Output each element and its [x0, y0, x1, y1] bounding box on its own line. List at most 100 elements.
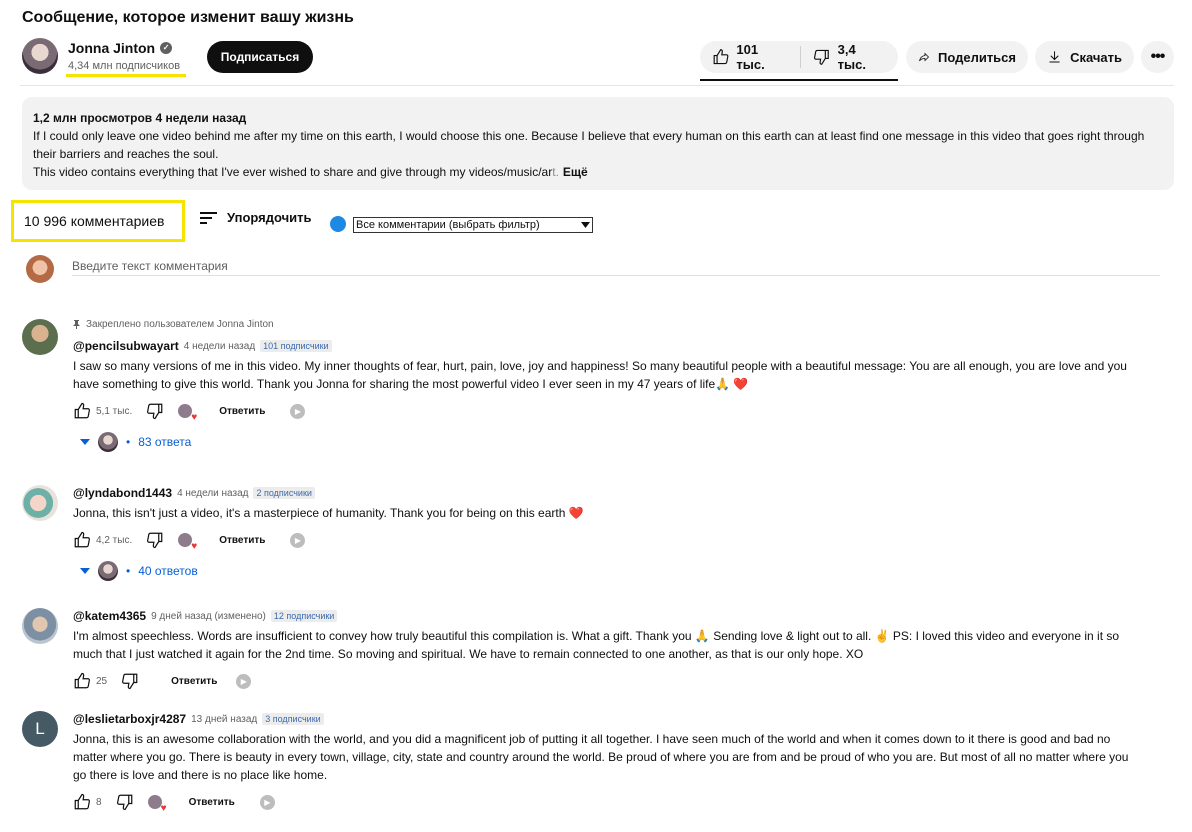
comment-text: Jonna, this isn't just a video, it's a m…	[73, 506, 584, 520]
verified-icon: ✓	[160, 42, 173, 54]
replies-dot: •	[126, 435, 131, 449]
pinned-label: Закреплено пользователем Jonna Jinton	[86, 319, 274, 330]
subscriber-badge: 101 подписчики	[260, 340, 332, 352]
video-title: Сообщение, которое изменит вашу жизнь	[22, 9, 354, 26]
replies-count: 40 ответов	[138, 564, 198, 578]
filter-value: Все комментарии (выбрать фильтр)	[356, 219, 540, 231]
comment-like-count: 5,1 тыс.	[96, 405, 133, 417]
extension-filter-icon	[330, 216, 346, 232]
reply-author-avatar	[98, 561, 118, 581]
reply-button[interactable]: Ответить	[219, 406, 265, 417]
comment-text: Jonna, this is an awesome collaboration …	[73, 732, 1129, 782]
dislike-button[interactable]: 3,4 тыс.	[801, 41, 898, 73]
description-line-2-fade: t.	[552, 165, 559, 179]
sort-button[interactable]: Упорядочить	[200, 210, 312, 225]
comment-like-count: 25	[96, 675, 108, 687]
commenter-avatar[interactable]: L	[22, 711, 58, 747]
comment-input[interactable]	[72, 256, 1160, 276]
comment-time[interactable]: 4 недели назад	[184, 341, 255, 352]
view-replies-button[interactable]: • 40 ответов	[73, 561, 1153, 581]
view-replies-button[interactable]: • 83 ответа	[73, 432, 1153, 452]
like-dislike-group: 101 тыс. 3,4 тыс.	[700, 41, 898, 73]
comment-like-button[interactable]: 8	[73, 793, 102, 811]
pinned-row: Закреплено пользователем Jonna Jinton	[73, 319, 1153, 330]
replies-count: 83 ответа	[138, 435, 192, 449]
channel-name[interactable]: Jonna Jinton	[68, 40, 155, 56]
comment-header: @lyndabond1443 4 недели назад 2 подписчи…	[73, 486, 1153, 500]
play-icon[interactable]: ▶	[290, 532, 306, 548]
caret-down-icon	[80, 439, 90, 445]
comment-like-button[interactable]: 4,2 тыс.	[73, 531, 132, 549]
chevron-down-icon	[581, 222, 590, 228]
commenter-avatar[interactable]	[22, 319, 58, 355]
reply-button[interactable]: Ответить	[219, 535, 265, 546]
reply-button[interactable]: Ответить	[189, 797, 235, 808]
subscriber-badge: 12 подписчики	[270, 610, 338, 622]
subscriber-badge: 2 подписчики	[253, 487, 315, 499]
comment-header: @leslietarboxjr4287 13 дней назад 3 подп…	[73, 712, 1153, 726]
thumbs-up-icon	[74, 672, 90, 689]
share-icon	[919, 52, 930, 62]
user-avatar	[26, 255, 54, 283]
comment-actions: 5,1 тыс. ♥ Ответить ▶	[73, 402, 1153, 423]
comment-time[interactable]: 9 дней назад (изменено)	[151, 611, 266, 622]
description-line-2: This video contains everything that I've…	[33, 165, 553, 179]
thumbs-down-icon[interactable]	[146, 402, 164, 420]
download-label: Скачать	[1070, 49, 1122, 65]
thumbs-up-icon	[74, 793, 90, 810]
download-button[interactable]: Скачать	[1035, 41, 1134, 73]
commenter-avatar[interactable]	[22, 485, 58, 521]
caret-down-icon	[80, 568, 90, 574]
like-button[interactable]: 101 тыс.	[700, 41, 800, 73]
comment-count: 10 996 комментариев	[11, 200, 185, 242]
comment-text: I'm almost speechless. Words are insuffi…	[73, 629, 1120, 661]
comment-actions: 25 Ответить ▶	[73, 672, 1153, 690]
comment-author[interactable]: @katem4365	[73, 609, 146, 623]
thumbs-down-icon	[814, 49, 830, 65]
comment-like-button[interactable]: 25	[73, 672, 107, 690]
view-stats: 1,2 млн просмотров 4 недели назад	[33, 111, 247, 125]
channel-name-row[interactable]: Jonna Jinton ✓	[68, 40, 173, 56]
comment-like-button[interactable]: 5,1 тыс.	[73, 402, 132, 420]
thumbs-up-icon	[74, 531, 90, 548]
thumbs-down-icon[interactable]	[121, 672, 139, 690]
comment-author[interactable]: @leslietarboxjr4287	[73, 712, 186, 726]
share-button[interactable]: Поделиться	[906, 41, 1028, 73]
comment-count-label: 10 996 комментариев	[24, 213, 165, 229]
comment-time[interactable]: 4 недели назад	[177, 488, 248, 499]
sort-label: Упорядочить	[227, 210, 312, 225]
subscribe-button[interactable]: Подписаться	[207, 41, 313, 73]
show-more-link[interactable]: Ещё	[563, 165, 588, 179]
pin-icon	[73, 320, 80, 329]
download-icon	[1049, 51, 1060, 63]
reply-button[interactable]: Ответить	[171, 676, 217, 687]
thumbs-down-icon[interactable]	[146, 531, 164, 549]
comment-author[interactable]: @lyndabond1443	[73, 486, 172, 500]
comment-author[interactable]: @pencilsubwayart	[73, 339, 179, 353]
commenter-avatar[interactable]	[22, 608, 58, 644]
description-line-2-row: This video contains everything that I've…	[33, 163, 1163, 181]
share-label: Поделиться	[937, 49, 1016, 65]
thumbs-up-icon	[713, 49, 729, 65]
thumbs-up-icon	[74, 402, 90, 419]
comment-like-count: 4,2 тыс.	[96, 534, 133, 546]
comment-time[interactable]: 13 дней назад	[191, 714, 257, 725]
thumbs-down-icon[interactable]	[116, 793, 134, 811]
comment-header: @pencilsubwayart 4 недели назад 101 подп…	[73, 339, 1153, 353]
sort-icon	[200, 211, 217, 224]
creator-heart-icon: ♥	[147, 795, 167, 814]
header-divider	[20, 85, 1174, 86]
reply-author-avatar	[98, 432, 118, 452]
like-count: 101 тыс.	[736, 42, 765, 72]
play-icon[interactable]: ▶	[290, 403, 306, 419]
channel-avatar[interactable]	[22, 38, 58, 74]
comment-text: I saw so many versions of me in this vid…	[73, 359, 1127, 391]
play-icon[interactable]: ▶	[259, 794, 275, 810]
comment-like-count: 8	[96, 796, 102, 808]
more-actions-button[interactable]: •••	[1141, 41, 1174, 73]
description-box[interactable]: 1,2 млн просмотров 4 недели назад If I c…	[22, 97, 1174, 190]
creator-heart-icon: ♥	[178, 404, 197, 423]
comment-filter-select[interactable]: Все комментарии (выбрать фильтр)	[353, 217, 593, 233]
play-icon[interactable]: ▶	[236, 673, 252, 689]
subscriber-count: 4,34 млн подписчиков	[68, 60, 181, 72]
